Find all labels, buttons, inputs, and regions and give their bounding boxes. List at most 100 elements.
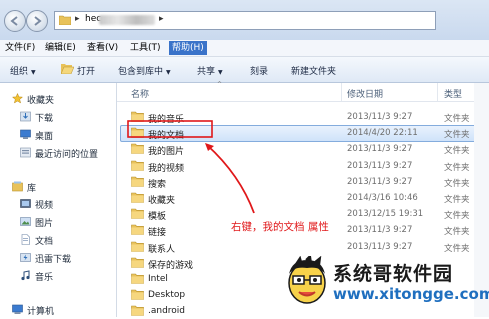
nav-favorites[interactable]: 收藏夹: [0, 92, 116, 106]
nav-pictures-label: 图片: [35, 219, 54, 229]
share-button[interactable]: 共享 ▼: [197, 64, 223, 77]
file-row[interactable]: 我的音乐 2013/11/3 9:27 文件夹: [117, 109, 489, 125]
annotation-text: 右键，我的文档 属性: [231, 221, 329, 233]
downloads-icon: [20, 111, 31, 122]
folder-icon: [131, 208, 144, 219]
music-icon: [21, 270, 30, 281]
file-type: 文件夹: [444, 178, 470, 189]
menu-edit[interactable]: 编辑(E): [42, 41, 79, 55]
nav-pictures[interactable]: 图片: [0, 215, 116, 229]
file-type: 文件夹: [444, 243, 470, 254]
file-row[interactable]: 联系人 2013/11/3 9:27 文件夹: [117, 239, 489, 255]
open-folder-icon: [61, 64, 74, 74]
folder-icon: [131, 241, 144, 252]
file-row[interactable]: 收藏夹 2014/3/16 10:46 文件夹: [117, 190, 489, 206]
include-in-library-label: 包含到库中: [118, 67, 164, 77]
open-button[interactable]: 打开: [77, 64, 95, 77]
back-arrow-icon: [10, 16, 18, 26]
nav-recent-places[interactable]: 最近访问的位置: [0, 146, 116, 160]
file-name: 搜索: [148, 179, 167, 190]
column-divider[interactable]: [437, 83, 438, 101]
file-modified-date: 2013/12/15 19:31: [347, 209, 424, 220]
nav-libraries-label: 库: [27, 184, 37, 194]
file-type: 文件夹: [444, 130, 470, 141]
nav-libraries[interactable]: 库: [0, 180, 116, 194]
file-modified-date: 2014/3/16 10:46: [347, 193, 418, 203]
address-input[interactable]: ▸ hec ▸: [54, 11, 436, 30]
nav-favorites-label: 收藏夹: [27, 96, 55, 106]
file-row[interactable]: 搜索 2013/11/3 9:27 文件夹: [117, 174, 489, 190]
nav-thunder-downloads-label: 迅雷下载: [35, 255, 72, 265]
folder-icon: [131, 289, 144, 300]
pictures-icon: [20, 217, 31, 226]
recent-places-icon: [20, 147, 31, 158]
nav-thunder-downloads[interactable]: 迅雷下载: [0, 251, 116, 265]
file-name: Intel: [148, 274, 168, 284]
nav-computer-label: 计算机: [27, 307, 55, 317]
menu-help[interactable]: 帮助(H): [169, 41, 207, 55]
nav-music[interactable]: 音乐: [0, 269, 116, 283]
mascot-face-icon: [288, 256, 326, 304]
column-header: ^ 名称 修改日期 类型: [117, 81, 489, 102]
nav-downloads[interactable]: 下载: [0, 110, 116, 124]
nav-downloads-label: 下载: [35, 114, 54, 124]
file-name: 链接: [148, 228, 167, 239]
navigation-pane: 收藏夹 下载 桌面 最近访问的位置 库 视频 图片 文档 迅雷下载 音乐 计算机: [0, 83, 117, 317]
file-row[interactable]: 我的文档 2014/4/20 22:11 文件夹: [117, 125, 489, 143]
folder-icon: [131, 257, 144, 268]
menu-tools[interactable]: 工具(T): [127, 41, 164, 55]
file-name: 模板: [148, 212, 167, 223]
organize-button[interactable]: 组织 ▼: [10, 64, 36, 77]
back-button[interactable]: [4, 10, 26, 32]
folder-icon: [131, 144, 144, 155]
command-toolbar: 组织 ▼ 打开 包含到库中 ▼ 共享 ▼ 刻录 新建文件夹: [0, 57, 489, 83]
file-modified-date: 2013/11/3 9:27: [347, 112, 413, 122]
forward-button[interactable]: [26, 10, 48, 32]
file-modified-date: 2013/11/3 9:27: [347, 176, 413, 187]
watermark-url: www.xitongge.com: [333, 285, 489, 303]
breadcrumb-separator-2[interactable]: ▸: [159, 14, 164, 24]
file-name: Desktop: [148, 290, 186, 301]
vertical-scrollbar[interactable]: [474, 83, 489, 317]
library-icon: [12, 181, 23, 192]
column-name-header[interactable]: 名称: [131, 87, 149, 100]
folder-icon: [131, 127, 144, 138]
thunder-download-icon: [20, 253, 31, 262]
folder-icon: [131, 306, 144, 317]
file-name: 我的图片: [148, 147, 185, 158]
nav-documents[interactable]: 文档: [0, 233, 116, 247]
nav-videos-label: 视频: [35, 201, 54, 211]
new-folder-button[interactable]: 新建文件夹: [291, 64, 336, 77]
file-modified-date: 2014/4/20 22:11: [347, 128, 418, 139]
nav-videos[interactable]: 视频: [0, 197, 116, 211]
nav-computer[interactable]: 计算机: [0, 303, 116, 317]
menu-file[interactable]: 文件(F): [2, 41, 38, 55]
menu-view[interactable]: 查看(V): [84, 41, 121, 55]
breadcrumb-separator[interactable]: ▸: [75, 14, 80, 24]
file-name: 我的文档: [148, 131, 185, 142]
column-divider[interactable]: [341, 83, 342, 101]
nav-music-label: 音乐: [35, 273, 54, 283]
file-name: .android: [148, 306, 186, 317]
folder-icon: [131, 160, 144, 171]
file-modified-date: 2013/11/3 9:27: [347, 160, 413, 171]
file-type: 文件夹: [444, 227, 470, 238]
file-row[interactable]: 我的图片 2013/11/3 9:27 文件夹: [117, 141, 489, 157]
include-in-library-button[interactable]: 包含到库中 ▼: [118, 64, 171, 77]
computer-icon: [12, 304, 23, 314]
folder-icon: [59, 15, 71, 25]
file-row[interactable]: 我的视频 2013/11/3 9:27 文件夹: [117, 158, 489, 174]
folder-icon: [131, 273, 144, 284]
file-name: 我的视频: [148, 163, 185, 174]
documents-icon: [21, 234, 30, 245]
file-name: 收藏夹: [148, 196, 176, 206]
column-modified-header[interactable]: 修改日期: [347, 87, 383, 100]
column-type-header[interactable]: 类型: [444, 87, 462, 100]
folder-icon: [131, 176, 144, 187]
file-name: 我的音乐: [148, 115, 185, 125]
desktop-icon: [20, 129, 31, 139]
burn-button[interactable]: 刻录: [250, 64, 268, 77]
folder-icon: [131, 225, 144, 236]
nav-desktop[interactable]: 桌面: [0, 128, 116, 142]
file-name: 联系人: [148, 244, 176, 255]
